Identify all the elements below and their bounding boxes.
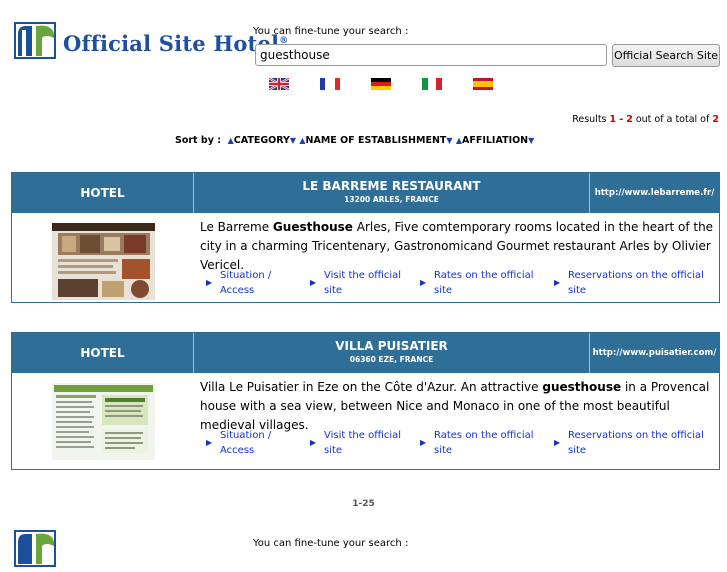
link-situation-label[interactable]: Situation / Access (220, 270, 271, 296)
link-reservations-label[interactable]: Reservations on the official site (568, 270, 704, 296)
listing-description: Villa Le Puisatier in Eze on the Côte d'… (200, 378, 715, 435)
link-visit-site[interactable]: ▶ Visit the official site (310, 268, 409, 298)
arrow-right-icon: ▶ (206, 438, 213, 447)
listing-url[interactable]: http://www.lebarreme.fr/ (590, 173, 719, 213)
listing-header: HOTEL VILLA PUISATIER 06360 EZE, FRANCE … (12, 333, 719, 373)
arrow-right-icon: ▶ (554, 278, 561, 287)
arrow-right-icon: ▶ (310, 438, 317, 447)
arrow-right-icon: ▶ (310, 278, 317, 287)
link-rates[interactable]: ▶ Rates on the official site (420, 428, 546, 458)
sort-desc-icon[interactable]: ▼ (528, 136, 534, 145)
flag-fr-icon[interactable] (320, 75, 340, 90)
results-total: 2 (712, 114, 719, 125)
logo-title: Official Site Hotel (63, 31, 280, 56)
arrow-right-icon: ▶ (420, 438, 427, 447)
arrow-right-icon: ▶ (554, 438, 561, 447)
desc-keyword: guesthouse (542, 380, 622, 394)
desc-text: Villa Le Puisatier in Eze on the Côte d'… (200, 380, 543, 394)
logo-mark-icon[interactable] (14, 20, 58, 60)
listing-name[interactable]: VILLA PUISATIER (194, 339, 589, 353)
link-situation[interactable]: ▶ Situation / Access (206, 428, 300, 458)
results-to: 2 (626, 114, 633, 125)
listing-header: HOTEL LE BARREME RESTAURANT 13200 ARLES,… (12, 173, 719, 213)
pagination[interactable]: 1-25 (0, 499, 727, 509)
link-reservations[interactable]: ▶ Reservations on the official site (554, 268, 708, 298)
listing-category: HOTEL (12, 173, 194, 213)
results-dash: - (619, 114, 624, 125)
link-rates-label[interactable]: Rates on the official site (434, 270, 534, 296)
search-input[interactable] (255, 44, 607, 66)
listing-name-cell[interactable]: LE BARREME RESTAURANT 13200 ARLES, FRANC… (194, 173, 590, 213)
fine-tune-label: You can fine-tune your search : (253, 26, 409, 37)
link-reservations-label[interactable]: Reservations on the official site (568, 430, 704, 456)
sort-name[interactable]: NAME OF ESTABLISHMENT (306, 135, 447, 146)
search-button[interactable]: Official Search Site (612, 44, 720, 67)
arrow-right-icon: ▶ (420, 278, 427, 287)
arrow-right-icon: ▶ (206, 278, 213, 287)
sort-category[interactable]: CATEGORY (234, 135, 290, 146)
footer-logo-mark-icon[interactable] (14, 528, 58, 568)
link-situation[interactable]: ▶ Situation / Access (206, 268, 300, 298)
link-situation-label[interactable]: Situation / Access (220, 430, 271, 456)
link-rates-label[interactable]: Rates on the official site (434, 430, 534, 456)
listing-name-cell[interactable]: VILLA PUISATIER 06360 EZE, FRANCE (194, 333, 590, 373)
link-reservations[interactable]: ▶ Reservations on the official site (554, 428, 708, 458)
results-count: Results 1 - 2 out of a total of 2 (572, 114, 719, 125)
sort-bar: Sort by : ▲CATEGORY▼ ▲NAME OF ESTABLISHM… (175, 135, 534, 146)
listing-location: 06360 EZE, FRANCE (349, 355, 434, 364)
link-visit-site[interactable]: ▶ Visit the official site (310, 428, 409, 458)
desc-keyword: Guesthouse (272, 220, 353, 234)
results-middle: out of a total of (635, 114, 710, 125)
sort-desc-icon[interactable]: ▼ (446, 136, 452, 145)
listing-thumbnail[interactable] (52, 223, 155, 300)
flag-uk-icon[interactable] (268, 75, 290, 92)
flag-es-icon[interactable] (473, 75, 493, 90)
listing-location: 13200 ARLES, FRANCE (344, 195, 439, 204)
listing-description: Le Barreme Guesthouse Arles, Five comtem… (200, 218, 715, 275)
listing-name[interactable]: LE BARREME RESTAURANT (194, 179, 589, 193)
link-visit-label[interactable]: Visit the official site (324, 270, 401, 296)
sort-desc-icon[interactable]: ▼ (290, 136, 296, 145)
link-visit-label[interactable]: Visit the official site (324, 430, 401, 456)
results-prefix: Results (572, 114, 607, 125)
sort-label: Sort by : (175, 135, 222, 146)
listing-card: HOTEL VILLA PUISATIER 06360 EZE, FRANCE … (11, 332, 720, 470)
footer-fine-tune-label: You can fine-tune your search : (253, 538, 409, 549)
listing-url[interactable]: http://www.puisatier.com/ (590, 333, 719, 373)
desc-text: Le Barreme (200, 220, 273, 234)
flag-de-icon[interactable] (371, 75, 391, 90)
flag-it-icon[interactable] (422, 75, 442, 90)
sort-affiliation[interactable]: AFFILIATION (462, 135, 528, 146)
listing-category: HOTEL (12, 333, 194, 373)
listing-card: HOTEL LE BARREME RESTAURANT 13200 ARLES,… (11, 172, 720, 303)
results-from: 1 (609, 114, 617, 125)
listing-thumbnail[interactable] (52, 383, 155, 460)
link-rates[interactable]: ▶ Rates on the official site (420, 268, 546, 298)
